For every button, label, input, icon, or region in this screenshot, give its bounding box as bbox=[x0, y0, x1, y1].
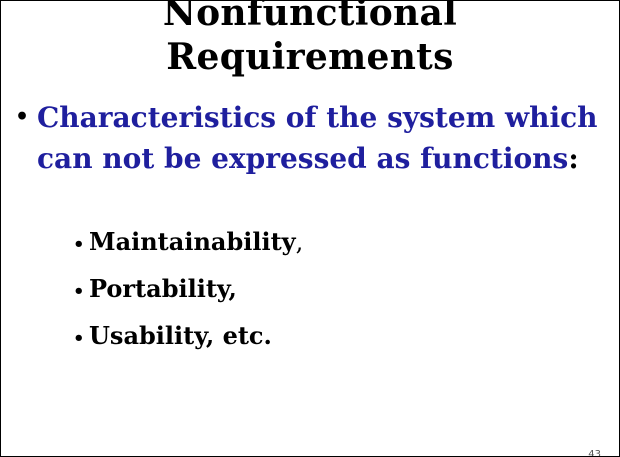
sub-bullet-marker: • bbox=[73, 281, 85, 302]
sub-bullet-maintainability: • Maintainability, bbox=[73, 223, 303, 270]
slide-title: Nonfunctional Requirements bbox=[1, 0, 619, 79]
main-bullet-text: Characteristics of the system which can … bbox=[37, 101, 598, 175]
slide-title-line-1: Nonfunctional bbox=[162, 0, 458, 34]
slide: Nonfunctional Requirements • Characteris… bbox=[0, 0, 620, 457]
sub-bullet-portability: • Portability, bbox=[73, 270, 303, 317]
main-bullet-marker: • bbox=[15, 104, 30, 130]
page-number: 43 bbox=[588, 449, 601, 457]
sub-bullet-suffix: , bbox=[295, 228, 304, 256]
sub-bullet-list: • Maintainability, • Portability, • Usabili… bbox=[73, 223, 303, 364]
sub-bullet-text: Portability, bbox=[89, 274, 237, 303]
sub-bullet-marker: • bbox=[73, 234, 85, 255]
sub-bullet-marker: • bbox=[73, 328, 85, 349]
sub-bullet-usability: • Usability, etc. bbox=[73, 317, 303, 364]
sub-bullet-text: Maintainability bbox=[89, 227, 296, 256]
sub-bullet-text: Usability, etc. bbox=[89, 321, 272, 350]
main-bullet-colon: : bbox=[568, 142, 579, 175]
main-bullet-text-block: Characteristics of the system which can … bbox=[37, 97, 607, 179]
slide-title-line-2: Requirements bbox=[166, 36, 454, 78]
